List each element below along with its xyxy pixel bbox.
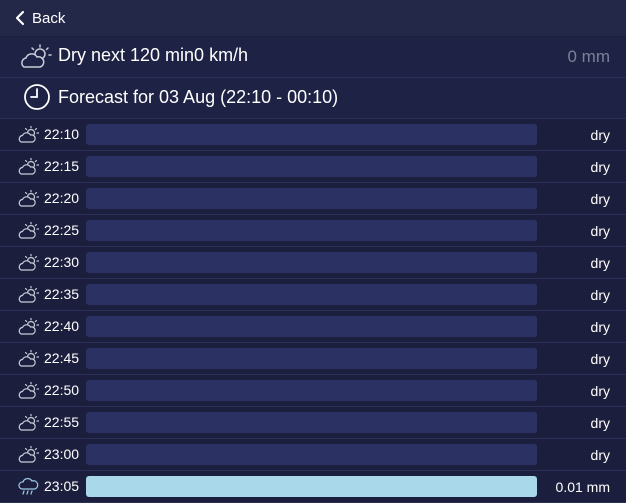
row-value: dry (590, 223, 610, 239)
chevron-left-icon (15, 10, 25, 26)
precipitation-bar (86, 252, 537, 273)
precipitation-bar (86, 380, 537, 401)
row-time: 22:20 (44, 190, 80, 206)
row-time: 23:05 (44, 478, 80, 494)
partly-cloudy-night-icon (18, 221, 40, 239)
row-value: dry (590, 383, 610, 399)
precipitation-bar (86, 220, 537, 241)
precipitation-bar (86, 188, 537, 209)
precipitation-bar (86, 124, 537, 145)
row-time: 22:45 (44, 350, 80, 366)
forecast-row: 22:35 dry (0, 279, 626, 311)
row-value: dry (590, 127, 610, 143)
back-button[interactable]: Back (14, 7, 65, 29)
row-value: dry (590, 447, 610, 463)
partly-cloudy-night-icon (18, 157, 40, 175)
partly-cloudy-night-icon (18, 189, 40, 207)
partly-cloudy-night-icon (18, 413, 40, 431)
summary-row: Dry next 120 min0 km/h 0 mm (0, 37, 626, 78)
partly-cloudy-night-icon (18, 253, 40, 271)
clock-icon (24, 84, 50, 110)
partly-cloudy-icon (21, 44, 52, 68)
partly-cloudy-night-icon (18, 349, 40, 367)
row-value: 0.01 mm (555, 479, 610, 495)
row-value: dry (590, 159, 610, 175)
forecast-row: 22:10 dry (0, 119, 626, 151)
row-time: 23:00 (44, 446, 80, 462)
row-value: dry (590, 255, 610, 271)
partly-cloudy-night-icon (18, 125, 40, 143)
row-time: 22:50 (44, 382, 80, 398)
forecast-row: 22:20 dry (0, 183, 626, 215)
row-value: dry (590, 287, 610, 303)
precipitation-bar (86, 316, 537, 337)
forecast-row: 22:15 dry (0, 151, 626, 183)
summary-amount: 0 mm (567, 47, 611, 66)
forecast-row: 23:00 dry (0, 439, 626, 471)
row-time: 22:10 (44, 126, 80, 142)
precipitation-bar (86, 348, 537, 369)
back-label: Back (32, 9, 66, 27)
forecast-row: 22:40 dry (0, 311, 626, 343)
rain-cloud-icon (18, 478, 39, 495)
forecast-list: 22:10 dry 22:15 dry 22:20 dry 22:25 dry 22:30 dry… (0, 119, 626, 503)
summary-text: Dry next 120 min0 km/h (58, 45, 249, 65)
row-value: dry (590, 191, 610, 207)
precipitation-bar (86, 444, 537, 465)
row-time: 22:55 (44, 414, 80, 430)
row-time: 22:30 (44, 254, 80, 270)
forecast-row: 22:50 dry (0, 375, 626, 407)
row-time: 22:25 (44, 222, 80, 238)
forecast-row: 22:30 dry (0, 247, 626, 279)
forecast-header: Forecast for 03 Aug (22:10 - 00:10) (0, 78, 626, 119)
forecast-title: Forecast for 03 Aug (22:10 - 00:10) (58, 87, 339, 107)
partly-cloudy-night-icon (18, 317, 40, 335)
forecast-row: 22:25 dry (0, 215, 626, 247)
row-value: dry (590, 319, 610, 335)
row-value: dry (590, 351, 610, 367)
precipitation-bar (86, 156, 537, 177)
precipitation-bar (86, 476, 537, 497)
forecast-row: 22:45 dry (0, 343, 626, 375)
forecast-row: 23:05 0.01 mm (0, 471, 626, 503)
navigation-bar: Back (0, 0, 626, 36)
row-value: dry (590, 415, 610, 431)
row-time: 22:40 (44, 318, 80, 334)
partly-cloudy-night-icon (18, 445, 40, 463)
partly-cloudy-night-icon (18, 381, 40, 399)
precipitation-bar (86, 412, 537, 433)
row-time: 22:15 (44, 158, 80, 174)
forecast-row: 22:55 dry (0, 407, 626, 439)
precipitation-bar (86, 284, 537, 305)
partly-cloudy-night-icon (18, 285, 40, 303)
row-time: 22:35 (44, 286, 80, 302)
